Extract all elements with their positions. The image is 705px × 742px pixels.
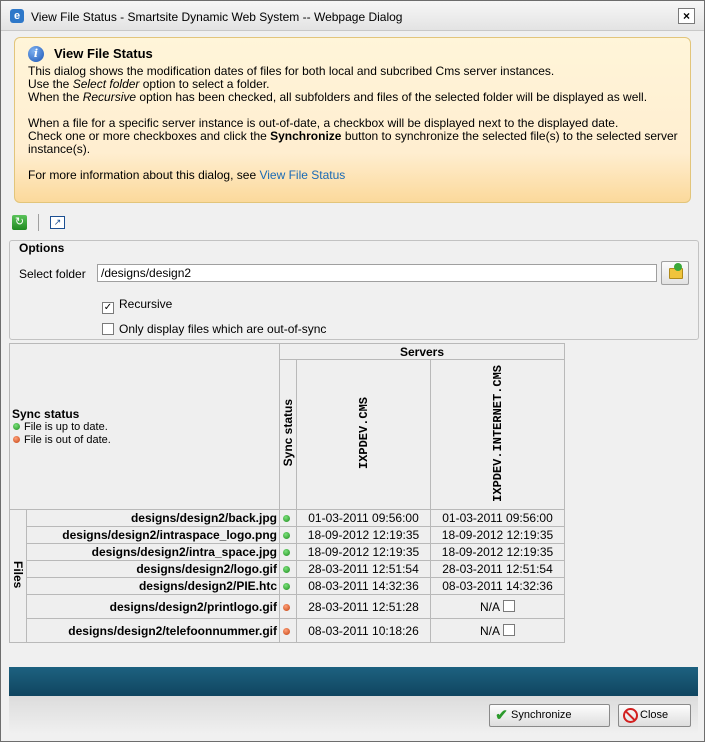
table-row: designs/design2/intra_space.jpg 18-09-20… [10, 543, 565, 561]
sync-checkbox[interactable] [503, 599, 515, 612]
outofsync-option[interactable]: Only display files which are out-of-sync [102, 322, 326, 336]
cancel-icon [623, 708, 638, 723]
table-row: Files designs/design2/back.jpg 01-03-201… [9, 509, 565, 643]
button-bar: ✔ Synchronize Close [9, 696, 698, 734]
status-cell [279, 526, 297, 544]
legend-title: Sync status [12, 406, 80, 421]
server-header: IXPDEV.CMS [296, 359, 431, 510]
legend-up: File is up to date. [24, 420, 108, 433]
select-folder-label: Select folder [19, 267, 86, 281]
file-name: designs/design2/intra_space.jpg [26, 543, 280, 561]
file-name: designs/design2/telefoonnummer.gif [26, 618, 280, 643]
sync-status-header: Sync status [279, 359, 297, 510]
browse-folder-button[interactable] [661, 261, 689, 285]
status-cell [279, 509, 297, 527]
select-folder-input[interactable]: /designs/design2 [97, 264, 657, 282]
green-dot-icon [283, 583, 290, 590]
sync-checkbox[interactable] [503, 623, 515, 636]
close-button[interactable]: Close [618, 704, 691, 727]
date-cell: 18-09-2012 12:19:35 [296, 526, 431, 544]
info-body: This dialog shows the modification dates… [28, 65, 678, 182]
na-cell: N/A [430, 618, 565, 643]
refresh-icon[interactable]: ↻ [12, 215, 27, 230]
arrow-icon [674, 263, 682, 271]
toolbar: ↻ ↗ [11, 213, 691, 233]
file-name: designs/design2/back.jpg [26, 509, 280, 527]
red-dot-icon [283, 627, 290, 635]
file-name: designs/design2/PIE.htc [26, 577, 280, 595]
green-dot-icon [283, 532, 290, 539]
popout-icon[interactable]: ↗ [50, 216, 65, 229]
date-cell: 18-09-2012 12:19:35 [296, 543, 431, 561]
info-title: View File Status [54, 46, 153, 61]
date-cell: 28-03-2011 12:51:54 [296, 560, 431, 578]
dialog-window: e View File Status - Smartsite Dynamic W… [0, 0, 705, 742]
file-name: designs/design2/logo.gif [26, 560, 280, 578]
status-cell [279, 543, 297, 561]
red-dot-icon [283, 603, 290, 611]
green-dot-icon [283, 566, 290, 573]
status-cell [279, 594, 297, 619]
options-legend: Options [18, 241, 66, 255]
title-bar: e View File Status - Smartsite Dynamic W… [1, 1, 704, 31]
file-name: designs/design2/intraspace_logo.png [26, 526, 280, 544]
green-dot-icon [283, 515, 290, 522]
table-row: designs/design2/printlogo.gif 28-03-2011… [10, 594, 565, 619]
server-header: IXPDEV.INTERNET.CMS [430, 359, 565, 510]
date-cell: 08-03-2011 10:18:26 [296, 618, 431, 643]
date-cell: 28-03-2011 12:51:28 [296, 594, 431, 619]
table-row: designs/design2/PIE.htc 08-03-2011 14:32… [10, 577, 565, 595]
close-window-button[interactable]: × [678, 8, 695, 24]
status-cell [279, 618, 297, 643]
date-cell: 01-03-2011 09:56:00 [430, 509, 565, 527]
info-icon: i [28, 46, 44, 62]
servers-header: Servers [279, 343, 565, 360]
recursive-label: Recursive [119, 297, 173, 311]
na-cell: N/A [430, 594, 565, 619]
toolbar-separator [38, 214, 39, 231]
info-line: Check one or more checkboxes and click t… [28, 129, 678, 156]
info-line: When the Recursive option has been check… [28, 90, 648, 104]
check-icon: ✔ [495, 707, 508, 724]
table-row: designs/design2/telefoonnummer.gif 08-03… [10, 618, 565, 643]
recursive-option[interactable]: ✓ Recursive [102, 297, 172, 314]
status-cell [279, 577, 297, 595]
sync-legend: Sync status File is up to date. File is … [9, 343, 280, 510]
green-dot-icon [13, 422, 20, 430]
options-group: Options Select folder /designs/design2 ✓… [9, 240, 699, 340]
ie-icon: e [10, 9, 24, 23]
synchronize-button[interactable]: ✔ Synchronize [489, 704, 610, 727]
recursive-checkbox[interactable]: ✓ [102, 302, 114, 314]
file-status-grid: Sync status File is up to date. File is … [9, 343, 565, 643]
date-cell: 08-03-2011 14:32:36 [430, 577, 565, 595]
files-header: Files [9, 509, 27, 643]
window-title: View File Status - Smartsite Dynamic Web… [31, 10, 403, 24]
table-row: designs/design2/logo.gif 28-03-2011 12:5… [10, 560, 565, 578]
table-row: designs/design2/intraspace_logo.png 18-0… [10, 526, 565, 544]
footer-band: ✔ Synchronize Close [9, 667, 698, 734]
info-line: For more information about this dialog, … [28, 168, 346, 182]
outofsync-checkbox[interactable] [102, 323, 114, 335]
date-cell: 08-03-2011 14:32:36 [296, 577, 431, 595]
date-cell: 28-03-2011 12:51:54 [430, 560, 565, 578]
date-cell: 01-03-2011 09:56:00 [296, 509, 431, 527]
outofsync-label: Only display files which are out-of-sync [119, 322, 327, 336]
file-name: designs/design2/printlogo.gif [26, 594, 280, 619]
help-link[interactable]: View File Status [259, 168, 345, 182]
green-dot-icon [283, 549, 290, 556]
red-dot-icon [13, 435, 20, 443]
date-cell: 18-09-2012 12:19:35 [430, 526, 565, 544]
info-panel: i View File Status This dialog shows the… [14, 37, 691, 203]
legend-out: File is out of date. [24, 433, 111, 446]
status-cell [279, 560, 297, 578]
date-cell: 18-09-2012 12:19:35 [430, 543, 565, 561]
